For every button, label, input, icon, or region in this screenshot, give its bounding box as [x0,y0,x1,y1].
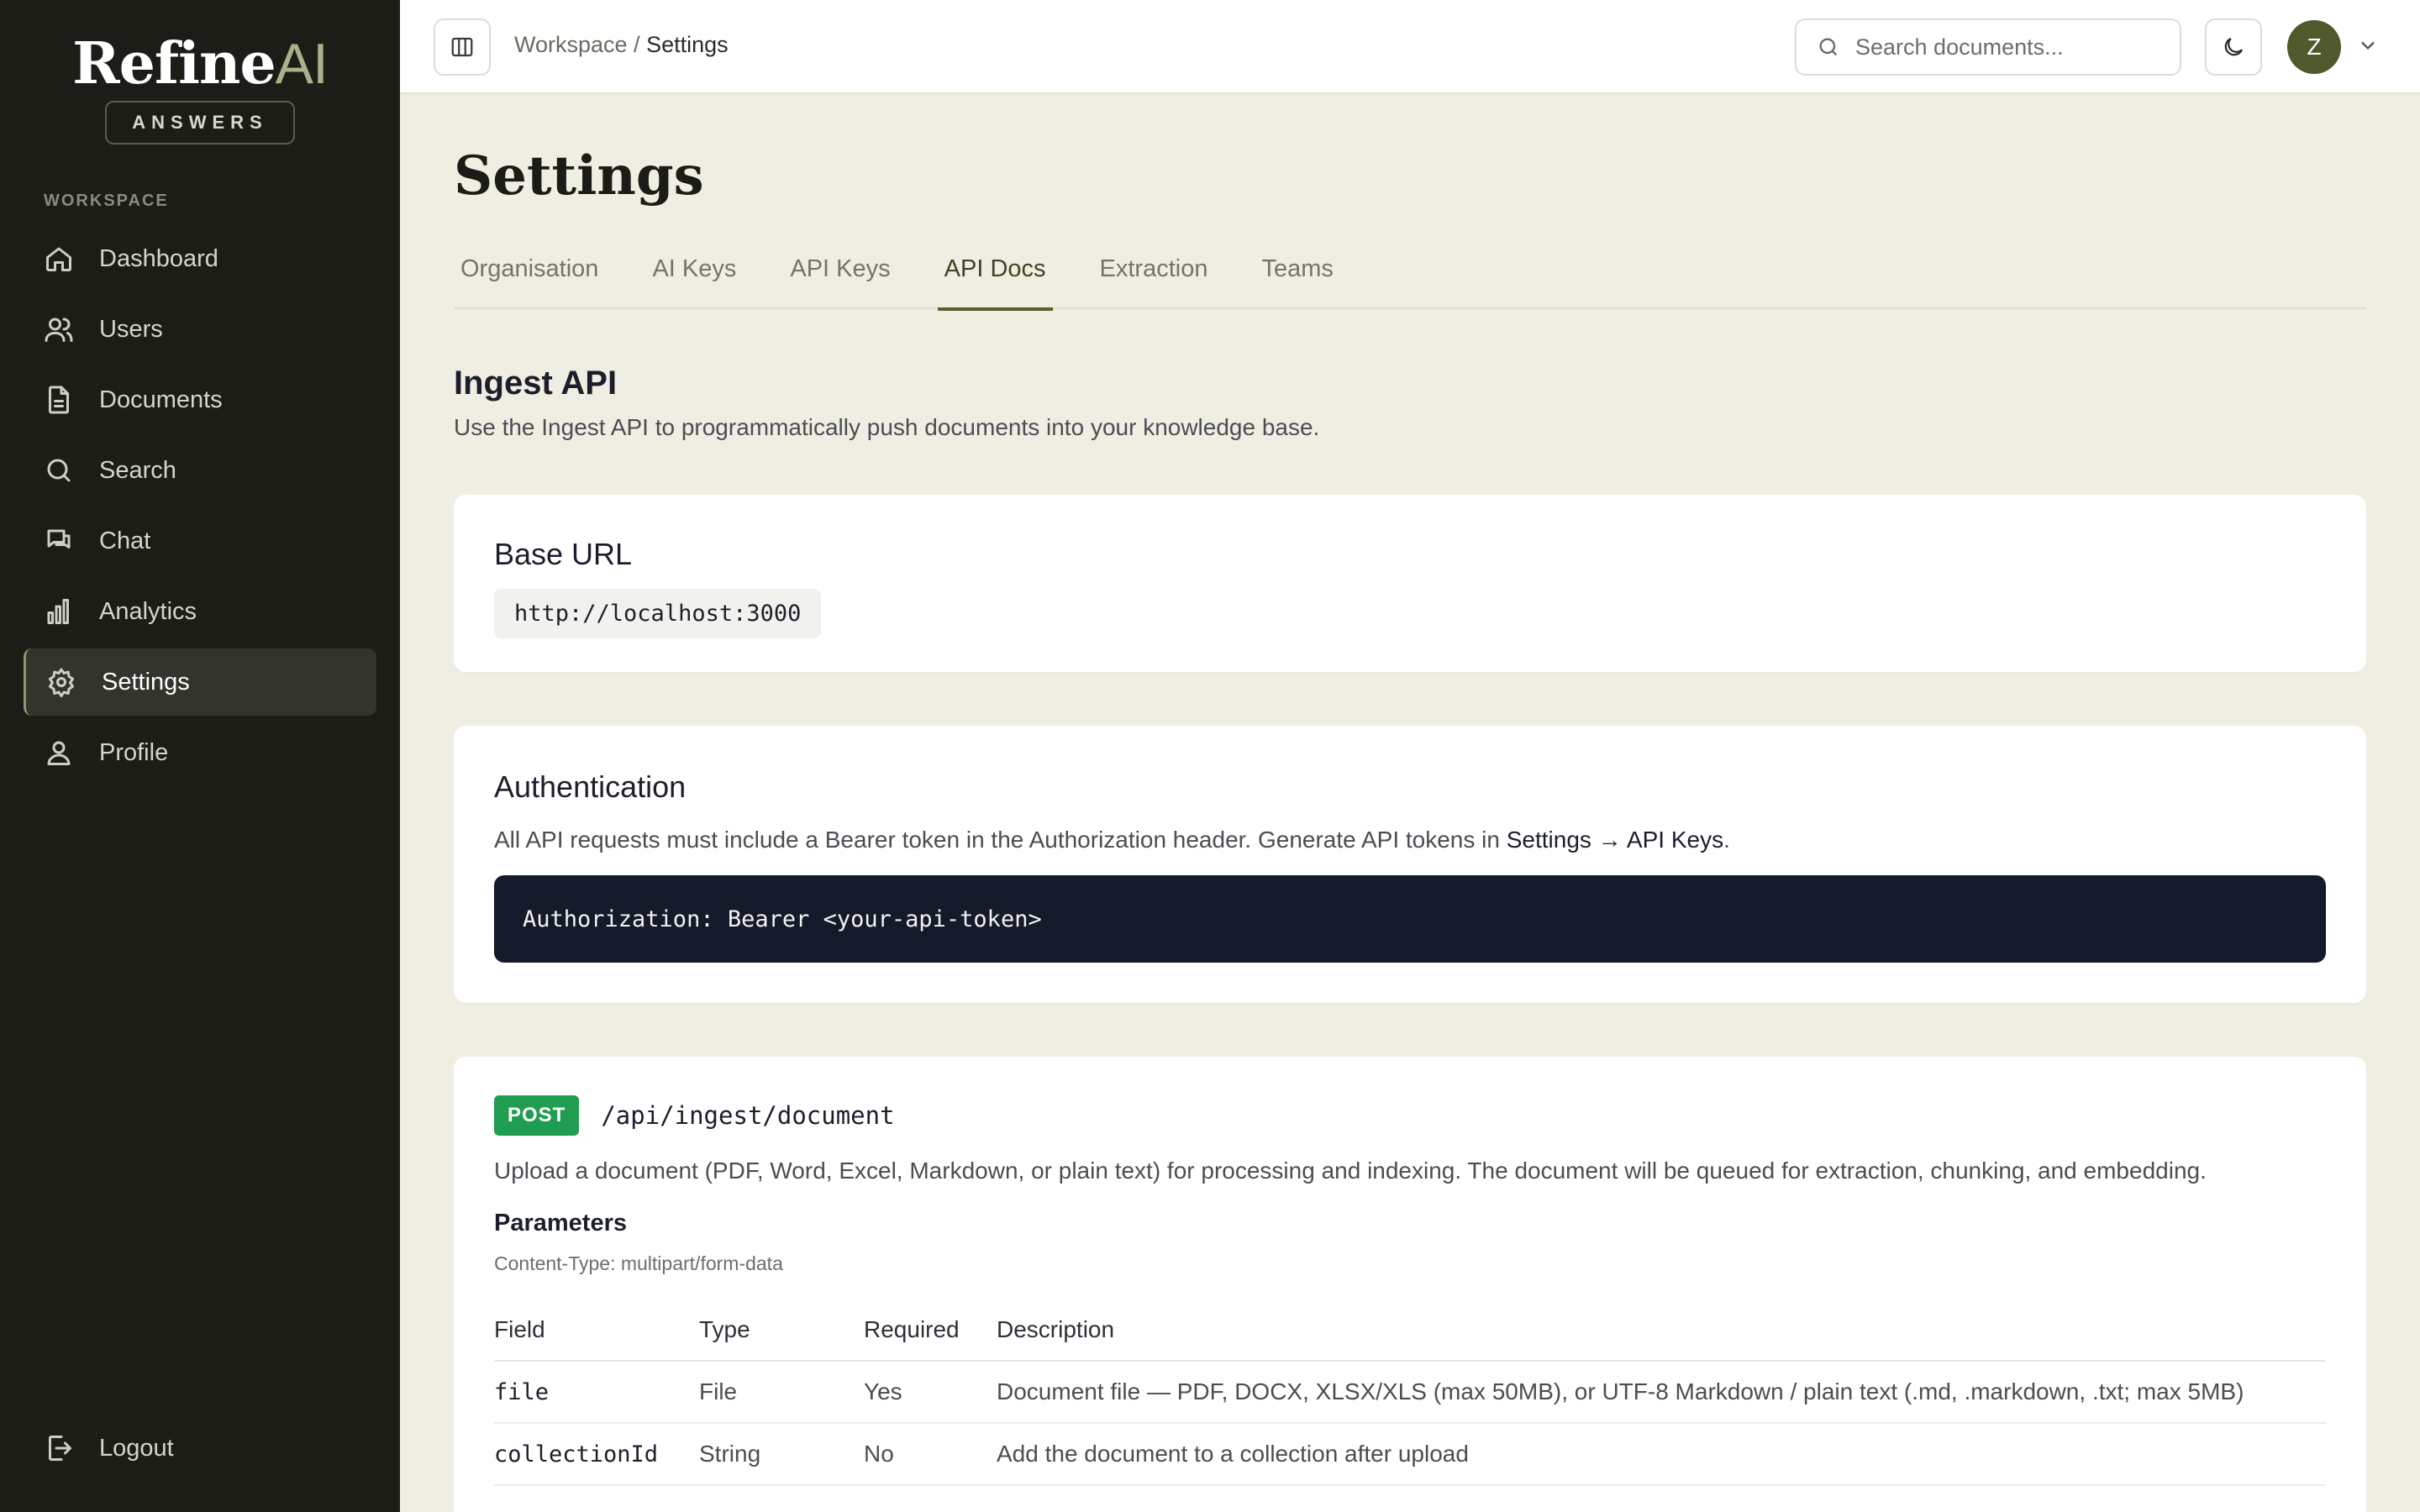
users-icon [45,318,73,342]
page-title: Settings [454,144,704,207]
search-icon [47,459,71,482]
column-header: Description [997,1299,2326,1362]
sidebar-item-dashboard[interactable]: Dashboard [24,225,376,292]
auth-description: All API requests must include a Bearer t… [494,827,1730,853]
param-description: Add the document to a collection after u… [997,1423,2326,1486]
logo-wordmark: RefineAI [72,30,329,97]
param-field: collectionId [494,1423,699,1486]
tab-extraction[interactable]: Extraction [1093,244,1215,309]
logout-label: Logout [99,1434,174,1462]
search-input[interactable] [1855,34,2158,60]
content-type: Content-Type: multipart/form-data [494,1252,783,1274]
sidebar-item-analytics[interactable]: Analytics [24,578,376,645]
document-icon [49,386,69,414]
logo[interactable]: RefineAI ANSWERS [0,30,400,144]
home-icon [46,247,71,271]
column-header: Field [494,1299,699,1362]
logout-button[interactable]: Logout [44,1415,174,1482]
settings-tabs: Organisation AI Keys API Keys API Docs E… [454,244,2366,311]
sidebar-item-search[interactable]: Search [24,437,376,504]
card-title: Base URL [494,537,633,571]
chevron-down-icon[interactable] [2356,34,2380,57]
table-row: file File Yes Document file — PDF, DOCX,… [494,1361,2326,1424]
sidebar-nav: Dashboard Users Documents Search Chat An… [24,225,376,790]
base-url-card: Base URL http://localhost:3000 [454,495,2366,672]
endpoint-header: POST /api/ingest/document [494,1095,2326,1136]
moon-icon [2224,37,2244,56]
parameters-title: Parameters [494,1210,627,1236]
workspace-section-label: WORKSPACE [44,192,169,210]
endpoint-description: Upload a document (PDF, Word, Excel, Mar… [494,1158,2207,1184]
auth-code-block[interactable]: Authorization: Bearer <your-api-token> [494,875,2326,963]
endpoint-card: POST /api/ingest/document Upload a docum… [454,1057,2366,1512]
method-badge: POST [494,1095,580,1136]
breadcrumb-current: Settings [646,32,729,57]
panel-icon [451,37,473,57]
top-bar: Workspace / Settings Z [400,0,2420,94]
theme-toggle-button[interactable] [2205,18,2262,76]
logo-badge: ANSWERS [105,101,295,144]
param-required: Yes [864,1361,997,1424]
sidebar-item-label: Analytics [99,597,197,625]
bar-chart-icon [47,599,69,624]
sidebar-item-chat[interactable]: Chat [24,507,376,575]
param-type: String [699,1423,864,1486]
tab-organisation[interactable]: Organisation [454,244,605,309]
table-header-row: Field Type Required Description [494,1299,2326,1362]
chat-icon [47,529,71,549]
search-box[interactable] [1795,18,2181,76]
sidebar-item-label: Search [99,456,176,484]
sidebar-item-settings[interactable]: Settings [24,648,376,716]
sidebar-item-label: Profile [99,738,169,766]
sidebar-item-users[interactable]: Users [24,296,376,363]
section-description: Use the Ingest API to programmatically p… [454,414,1320,440]
param-description: Document file — PDF, DOCX, XLSX/XLS (max… [997,1361,2326,1424]
sidebar-item-label: Settings [102,668,190,696]
avatar[interactable]: Z [2287,20,2341,74]
authentication-card: Authentication All API requests must inc… [454,726,2366,1003]
sidebar-item-label: Chat [99,527,151,554]
param-type: File [699,1361,864,1424]
toggle-sidebar-button[interactable] [434,18,491,76]
column-header: Required [864,1299,997,1362]
card-title: Authentication [494,769,687,804]
user-icon [47,741,71,765]
sidebar-item-profile[interactable]: Profile [24,719,376,786]
column-header: Type [699,1299,864,1362]
main-content: Settings Organisation AI Keys API Keys A… [454,94,2366,1512]
breadcrumb: Workspace / Settings [514,32,729,58]
section-title: Ingest API [454,365,618,402]
search-icon [1819,38,1838,56]
tab-api-docs[interactable]: API Docs [937,244,1053,311]
table-row: collectionId String No Add the document … [494,1423,2326,1486]
param-required: No [864,1423,997,1486]
tab-api-keys[interactable]: API Keys [783,244,897,309]
sidebar: RefineAI ANSWERS WORKSPACE Dashboard Use… [0,0,400,1512]
tab-teams[interactable]: Teams [1255,244,1339,309]
parameters-table: Field Type Required Description file Fil… [494,1299,2326,1486]
endpoint-path: /api/ingest/document [601,1101,895,1130]
breadcrumb-root[interactable]: Workspace / [514,32,640,57]
logout-icon [49,1436,71,1461]
api-keys-link[interactable]: Settings → API Keys [1507,827,1723,853]
base-url-value[interactable]: http://localhost:3000 [494,589,822,638]
sidebar-item-documents[interactable]: Documents [24,366,376,433]
sidebar-item-label: Dashboard [99,244,218,272]
sidebar-item-label: Users [99,315,163,343]
tab-ai-keys[interactable]: AI Keys [645,244,743,309]
param-field: file [494,1361,699,1424]
gear-icon [49,668,74,697]
sidebar-item-label: Documents [99,386,223,413]
